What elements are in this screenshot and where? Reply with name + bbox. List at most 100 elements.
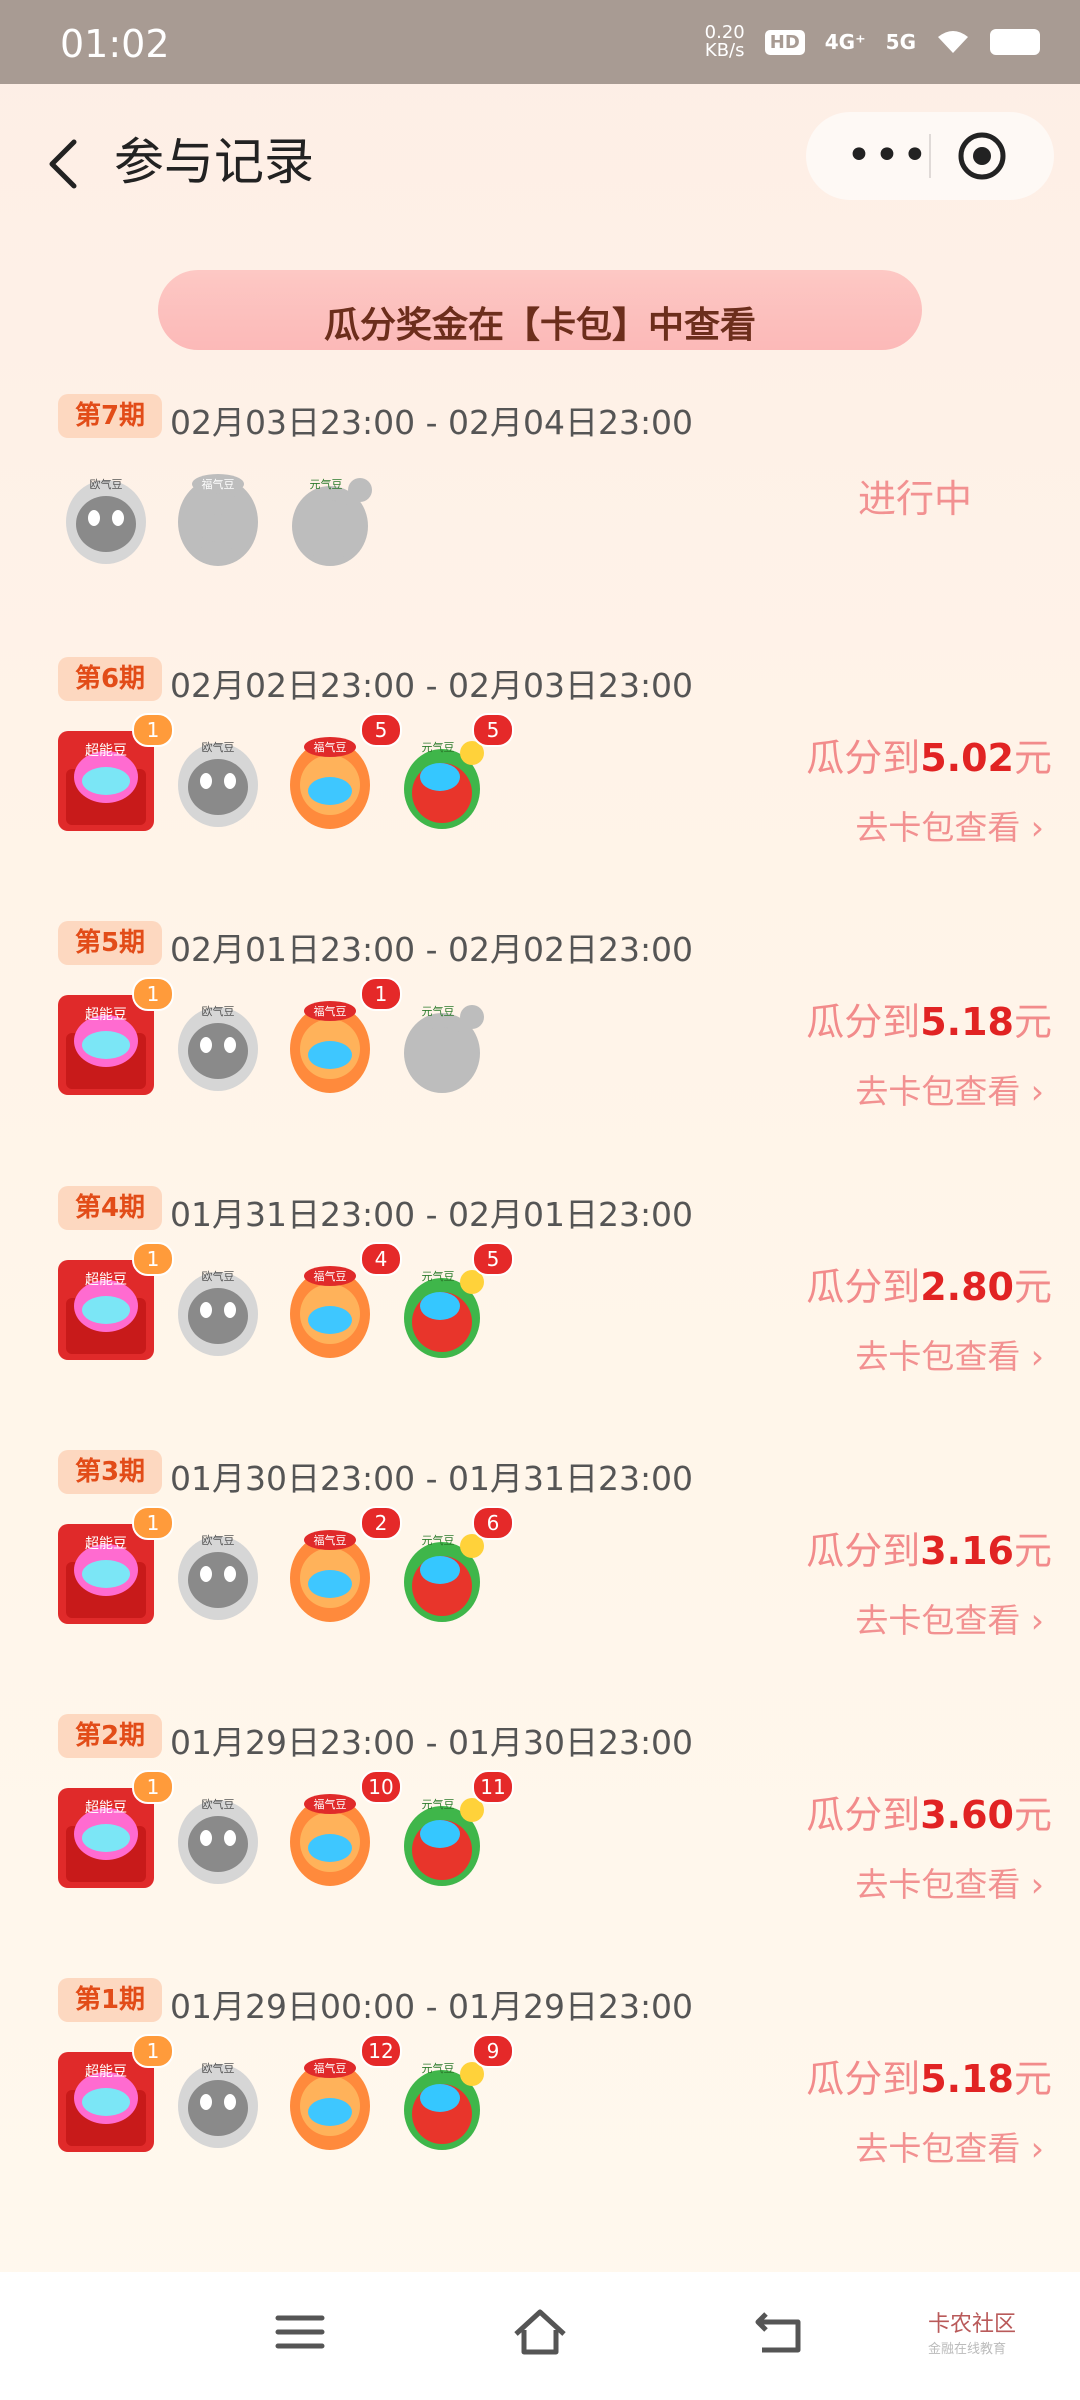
period-tag: 第7期 <box>58 394 162 438</box>
ouqi-bean-icon: 欧气豆 <box>168 1782 268 1892</box>
svg-text:福气豆: 福气豆 <box>314 1797 347 1811</box>
svg-text:福气豆: 福气豆 <box>314 1004 347 1018</box>
result-prefix: 瓜分到 <box>806 1529 921 1573</box>
period-row: 第7期 02月03日23:00 - 02月04日23:00 欧气豆 福气豆 元气豆 进行中 <box>0 394 1080 644</box>
svg-text:欧气豆: 欧气豆 <box>202 1004 235 1018</box>
svg-text:元气豆: 元气豆 <box>422 1004 455 1018</box>
result-prefix: 瓜分到 <box>806 1265 921 1309</box>
ouqi-bean-icon: 欧气豆 <box>168 1254 268 1364</box>
amount-value: 2.80 <box>920 1265 1014 1309</box>
count-badge: 10 <box>360 1770 402 1804</box>
brand-subtitle: 金融在线教育 <box>927 2342 1006 2357</box>
period-row: 第2期 01月29日23:00 - 01月30日23:00 超能豆 欧气豆 福气豆 元气豆… <box>0 1714 1080 1964</box>
count-badge: 12 <box>360 2034 402 2068</box>
count-badge: 1 <box>132 713 174 747</box>
bean-icons: 超能豆 欧气豆 福气豆 元气豆 1 12 9 <box>56 2034 576 2166</box>
count-badge: 1 <box>132 977 174 1011</box>
count-badge: 9 <box>472 2034 514 2068</box>
count-badge: 1 <box>132 1770 174 1804</box>
signal-5g-icon: 5G <box>885 30 916 54</box>
count-badge: 2 <box>360 1506 402 1540</box>
count-badge: 11 <box>472 1770 514 1804</box>
period-tag: 第5期 <box>58 921 162 965</box>
period-row: 第5期 02月01日23:00 - 02月02日23:00 超能豆 欧气豆 福气豆 元气豆… <box>0 921 1080 1171</box>
result-amount: 瓜分到5.18元 <box>806 2048 1052 2103</box>
card-wallet-banner[interactable]: 瓜分奖金在【卡包】中查看 <box>158 270 922 350</box>
capsule-divider <box>929 134 931 178</box>
amount-value: 3.16 <box>920 1529 1014 1573</box>
svg-text:元气豆: 元气豆 <box>422 1269 455 1283</box>
result-amount: 瓜分到3.16元 <box>806 1520 1052 1575</box>
svg-text:福气豆: 福气豆 <box>314 1269 347 1283</box>
view-card-wallet-link[interactable]: 去卡包查看 › <box>855 1594 1044 1642</box>
result-prefix: 瓜分到 <box>806 2057 921 2101</box>
result-prefix: 瓜分到 <box>806 1793 921 1837</box>
amount-value: 3.60 <box>920 1793 1014 1837</box>
count-badge: 5 <box>472 1242 514 1276</box>
yuanqi-bean-icon: 元气豆 <box>392 989 492 1099</box>
svg-text:元气豆: 元气豆 <box>422 2061 455 2075</box>
amount-unit: 元 <box>1013 1000 1052 1044</box>
result-prefix: 瓜分到 <box>806 1000 921 1044</box>
period-tag: 第2期 <box>58 1714 162 1758</box>
period-range: 02月03日23:00 - 02月04日23:00 <box>170 403 694 442</box>
svg-text:欧气豆: 欧气豆 <box>202 740 235 754</box>
bean-icons: 欧气豆 福气豆 元气豆 <box>56 462 576 582</box>
amount-value: 5.02 <box>920 736 1014 780</box>
period-row: 第1期 01月29日00:00 - 01月29日23:00 超能豆 欧气豆 福气豆 元气豆… <box>0 1978 1080 2228</box>
ouqi-bean-icon: 欧气豆 <box>168 1518 268 1628</box>
svg-text:元气豆: 元气豆 <box>422 1797 455 1811</box>
status-in-progress: 进行中 <box>857 477 972 521</box>
bean-icons: 超能豆 欧气豆 福气豆 元气豆 1 1 <box>56 977 576 1109</box>
amount-unit: 元 <box>1013 1265 1052 1309</box>
svg-text:欧气豆: 欧气豆 <box>90 477 123 491</box>
view-card-wallet-link[interactable]: 去卡包查看 › <box>855 1065 1044 1113</box>
view-card-wallet-link[interactable]: 去卡包查看 › <box>855 2122 1044 2170</box>
svg-text:欧气豆: 欧气豆 <box>202 1797 235 1811</box>
count-badge: 5 <box>472 713 514 747</box>
wifi-icon <box>938 31 968 53</box>
svg-text:元气豆: 元气豆 <box>310 477 343 491</box>
result-amount: 瓜分到5.18元 <box>806 991 1052 1046</box>
system-nav-bar: 卡农社区 金融在线教育 <box>0 2272 1080 2400</box>
signal-4g-icon: 4G⁺ <box>824 30 866 54</box>
battery-icon <box>990 29 1040 55</box>
svg-text:欧气豆: 欧气豆 <box>202 2061 235 2075</box>
count-badge: 1 <box>360 977 402 1011</box>
count-badge: 1 <box>132 1506 174 1540</box>
svg-text:福气豆: 福气豆 <box>314 1533 347 1547</box>
back-gesture-icon[interactable] <box>748 2300 812 2364</box>
page-title: 参与记录 <box>114 133 314 191</box>
view-card-wallet-link[interactable]: 去卡包查看 › <box>855 1330 1044 1378</box>
period-range: 01月31日23:00 - 02月01日23:00 <box>170 1195 694 1234</box>
result-amount: 瓜分到3.60元 <box>806 1784 1052 1839</box>
svg-text:超能豆: 超能豆 <box>85 1800 127 1816</box>
bean-icons: 超能豆 欧气豆 福气豆 元气豆 1 10 11 <box>56 1770 576 1902</box>
svg-text:超能豆: 超能豆 <box>85 743 127 759</box>
more-icon[interactable]: ••• <box>846 130 930 181</box>
amount-unit: 元 <box>1013 1793 1052 1837</box>
status-icons: 0.20 KB/s HD 4G⁺ 5G <box>705 24 1040 60</box>
yuanqi-bean-icon: 元气豆 <box>280 462 380 572</box>
ouqi-bean-icon: 欧气豆 <box>168 725 268 835</box>
period-row: 第4期 01月31日23:00 - 02月01日23:00 超能豆 欧气豆 福气豆 元气豆… <box>0 1186 1080 1436</box>
svg-text:元气豆: 元气豆 <box>422 1533 455 1547</box>
back-arrow-icon[interactable] <box>36 124 96 204</box>
amount-unit: 元 <box>1013 2057 1052 2101</box>
bean-icons: 超能豆 欧气豆 福气豆 元气豆 1 2 6 <box>56 1506 576 1638</box>
svg-text:福气豆: 福气豆 <box>202 477 235 491</box>
svg-text:超能豆: 超能豆 <box>85 1007 127 1023</box>
period-range: 01月29日23:00 - 01月30日23:00 <box>170 1723 694 1762</box>
brand-name: 卡农社区 <box>927 2312 1016 2337</box>
status-bar: 01:02 0.20 KB/s HD 4G⁺ 5G <box>0 0 1080 84</box>
period-tag: 第6期 <box>58 657 162 701</box>
view-card-wallet-link[interactable]: 去卡包查看 › <box>855 1858 1044 1906</box>
close-target-icon[interactable] <box>956 130 1008 182</box>
home-icon[interactable] <box>508 2300 572 2364</box>
period-range: 01月30日23:00 - 01月31日23:00 <box>170 1459 694 1498</box>
result-amount: 瓜分到2.80元 <box>806 1256 1052 1311</box>
count-badge: 4 <box>360 1242 402 1276</box>
menu-icon[interactable] <box>268 2300 332 2364</box>
period-range: 02月02日23:00 - 02月03日23:00 <box>170 666 694 705</box>
view-card-wallet-link[interactable]: 去卡包查看 › <box>855 801 1044 849</box>
